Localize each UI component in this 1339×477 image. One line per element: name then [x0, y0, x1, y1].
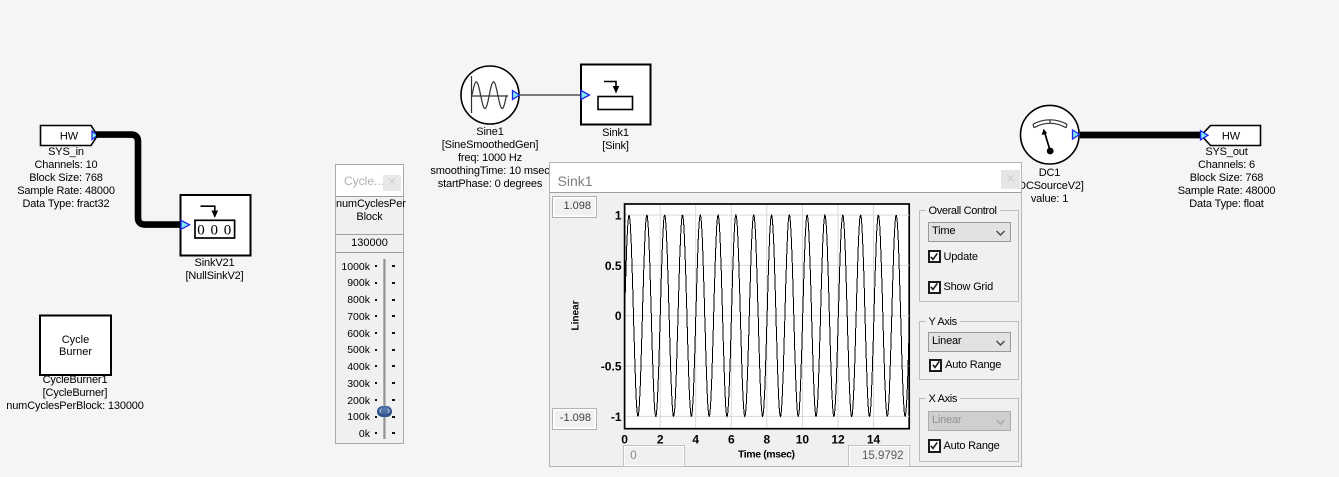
svg-text:0 0 0: 0 0 0: [197, 223, 232, 239]
svg-text:HW: HW: [1222, 131, 1241, 143]
svg-text:-1: -1: [611, 410, 622, 424]
svg-text:6: 6: [728, 433, 735, 447]
svg-text:HW: HW: [60, 131, 79, 143]
svg-text:10: 10: [796, 433, 810, 447]
svg-text:Cycle: Cycle: [62, 334, 90, 346]
svg-text:Time (msec): Time (msec): [738, 449, 795, 461]
svg-text:1: 1: [615, 209, 622, 223]
svg-text:-0.5: -0.5: [601, 360, 622, 374]
svg-text:Burner: Burner: [59, 346, 92, 358]
svg-text:12: 12: [831, 433, 845, 447]
svg-text:0: 0: [615, 309, 622, 323]
svg-text:0.5: 0.5: [605, 259, 622, 273]
svg-text:4: 4: [692, 433, 699, 447]
svg-text:8: 8: [763, 433, 770, 447]
